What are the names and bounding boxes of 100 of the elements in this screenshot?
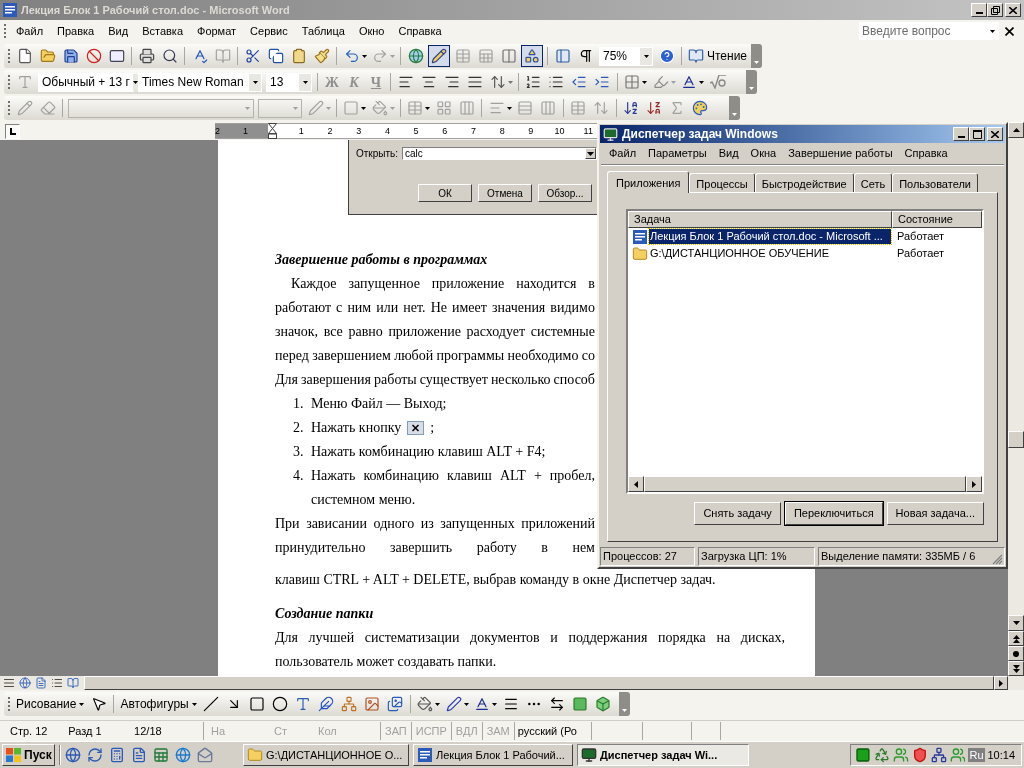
up-arrow-icon[interactable] <box>1012 128 1020 132</box>
calculator-icon[interactable] <box>109 747 125 763</box>
caret-icon[interactable] <box>132 80 138 84</box>
column-header[interactable]: Задача <box>628 211 892 228</box>
caret-icon[interactable] <box>492 702 498 706</box>
caret-icon[interactable] <box>361 54 367 58</box>
align-justify-icon[interactable] <box>466 74 483 90</box>
previous-page-icon[interactable] <box>1012 634 1020 643</box>
clipboard-icon[interactable] <box>290 48 307 64</box>
zoom-dropdown[interactable]: 75% <box>599 46 653 66</box>
menu-item[interactable]: Окно <box>351 22 392 40</box>
caret-icon[interactable] <box>463 702 469 706</box>
caret-icon[interactable] <box>699 80 704 84</box>
reading-button[interactable]: Чтение <box>685 47 751 65</box>
toolbar-options-button[interactable] <box>619 692 630 716</box>
caret-icon[interactable] <box>990 29 995 33</box>
caret-icon[interactable] <box>435 702 441 706</box>
paint-bucket-icon[interactable] <box>417 696 434 712</box>
close-button[interactable] <box>1005 3 1021 17</box>
menu-item[interactable]: Справка <box>391 22 449 40</box>
cube-icon[interactable] <box>594 696 611 712</box>
picture-icon[interactable] <box>387 696 404 712</box>
reading-view-icon[interactable] <box>67 677 79 689</box>
close-icon[interactable] <box>1005 26 1014 36</box>
help-search-field[interactable]: Введите вопрос <box>859 22 999 40</box>
arrow-style-icon[interactable] <box>548 696 565 712</box>
document-map-icon[interactable] <box>554 48 571 64</box>
task-name[interactable]: Лекция Блок 1 Рабочий стол.doc - Microsoft ... <box>649 229 891 244</box>
font-color-icon[interactable] <box>681 74 697 90</box>
clip-art-icon[interactable] <box>364 696 381 712</box>
columns-icon[interactable] <box>500 48 517 64</box>
caret-icon[interactable] <box>302 80 308 84</box>
undo-icon[interactable] <box>343 48 360 64</box>
monitor-icon[interactable] <box>603 126 618 142</box>
bulleted-list-icon[interactable] <box>548 74 564 90</box>
dialog-button[interactable]: Снять задачу <box>694 502 781 525</box>
menu-item[interactable]: Таблица <box>294 22 352 40</box>
menu-item[interactable]: Справка <box>898 145 954 162</box>
shadow-icon[interactable] <box>571 696 588 712</box>
copy-icon[interactable] <box>267 48 284 64</box>
tab-selector[interactable] <box>5 123 20 139</box>
spreadsheet-icon[interactable] <box>153 747 169 763</box>
normal-view-icon[interactable] <box>3 677 15 689</box>
caret-icon[interactable] <box>252 80 258 84</box>
paintbrush-icon[interactable] <box>313 48 330 64</box>
minimize-button[interactable] <box>971 3 987 17</box>
menu-item[interactable]: Параметры <box>642 145 713 162</box>
line-icon[interactable] <box>203 696 220 712</box>
book-icon[interactable] <box>688 48 704 64</box>
document-icon[interactable] <box>131 747 147 763</box>
column-header[interactable]: Состояние <box>892 211 982 228</box>
taskbar-button[interactable]: G:\ДИСТАНЦИОННОЕ О... <box>243 744 409 766</box>
taskbar-button[interactable]: Лекция Блок 1 Рабочий... <box>413 744 573 766</box>
menu-item[interactable]: Вид <box>101 22 136 40</box>
recycle-icon[interactable] <box>873 747 890 763</box>
save-icon[interactable] <box>62 48 79 64</box>
autoshapes-menu-button[interactable]: Автофигуры <box>117 695 200 713</box>
font-dropdown[interactable]: Times New Roman <box>138 72 262 92</box>
folder-icon[interactable] <box>39 48 56 64</box>
menu-item[interactable]: Завершение работы <box>782 145 899 162</box>
menu-item[interactable]: Вставка <box>135 22 190 40</box>
caret-icon[interactable] <box>191 702 197 706</box>
increase-indent-icon[interactable] <box>594 74 610 90</box>
printer-icon[interactable] <box>138 48 155 64</box>
equation-icon[interactable] <box>709 75 726 89</box>
caret-icon[interactable] <box>643 54 649 58</box>
menu-item[interactable]: Окна <box>744 145 783 162</box>
rectangle-icon[interactable] <box>249 696 266 712</box>
taskbar-button[interactable]: Диспетчер задач Wi... <box>577 744 749 766</box>
scrollbar-thumb[interactable] <box>1008 431 1024 448</box>
close-button[interactable] <box>987 127 1003 141</box>
font-color-icon[interactable] <box>474 696 491 712</box>
menu-item[interactable]: Вид <box>712 145 745 162</box>
tab[interactable]: Пользователи <box>892 173 978 192</box>
tab[interactable]: Быстродействие <box>754 173 854 192</box>
down-arrow-icon[interactable] <box>1012 621 1020 625</box>
caret-icon[interactable] <box>79 702 85 706</box>
menu-item[interactable]: Файл <box>603 145 643 162</box>
dialog-button[interactable]: Новая задача... <box>886 502 984 525</box>
tab[interactable]: Процессы <box>689 173 755 192</box>
globe-icon[interactable] <box>407 48 424 64</box>
next-page-icon[interactable] <box>1012 664 1020 673</box>
tab[interactable]: Приложения <box>607 171 690 193</box>
status-square-icon[interactable] <box>855 747 871 763</box>
web-view-icon[interactable] <box>19 677 31 689</box>
right-arrow-icon[interactable] <box>999 679 1003 687</box>
envelope-icon[interactable] <box>108 48 125 64</box>
dialog-button[interactable]: Переключиться <box>784 502 883 525</box>
browse-object-icon[interactable] <box>1013 650 1019 657</box>
scissors-icon[interactable] <box>244 48 261 64</box>
new-page-icon[interactable] <box>16 48 33 64</box>
no-entry-icon[interactable] <box>85 48 102 64</box>
shield-icon[interactable] <box>911 747 928 763</box>
oval-icon[interactable] <box>272 696 289 712</box>
restore-button[interactable] <box>987 3 1003 17</box>
right-arrow-icon[interactable] <box>972 480 976 488</box>
draw-menu-button[interactable]: Рисование <box>13 695 88 713</box>
line-spacing-icon[interactable] <box>489 74 506 90</box>
globe-icon[interactable] <box>65 747 81 763</box>
indent-marker-icon[interactable] <box>268 123 277 139</box>
